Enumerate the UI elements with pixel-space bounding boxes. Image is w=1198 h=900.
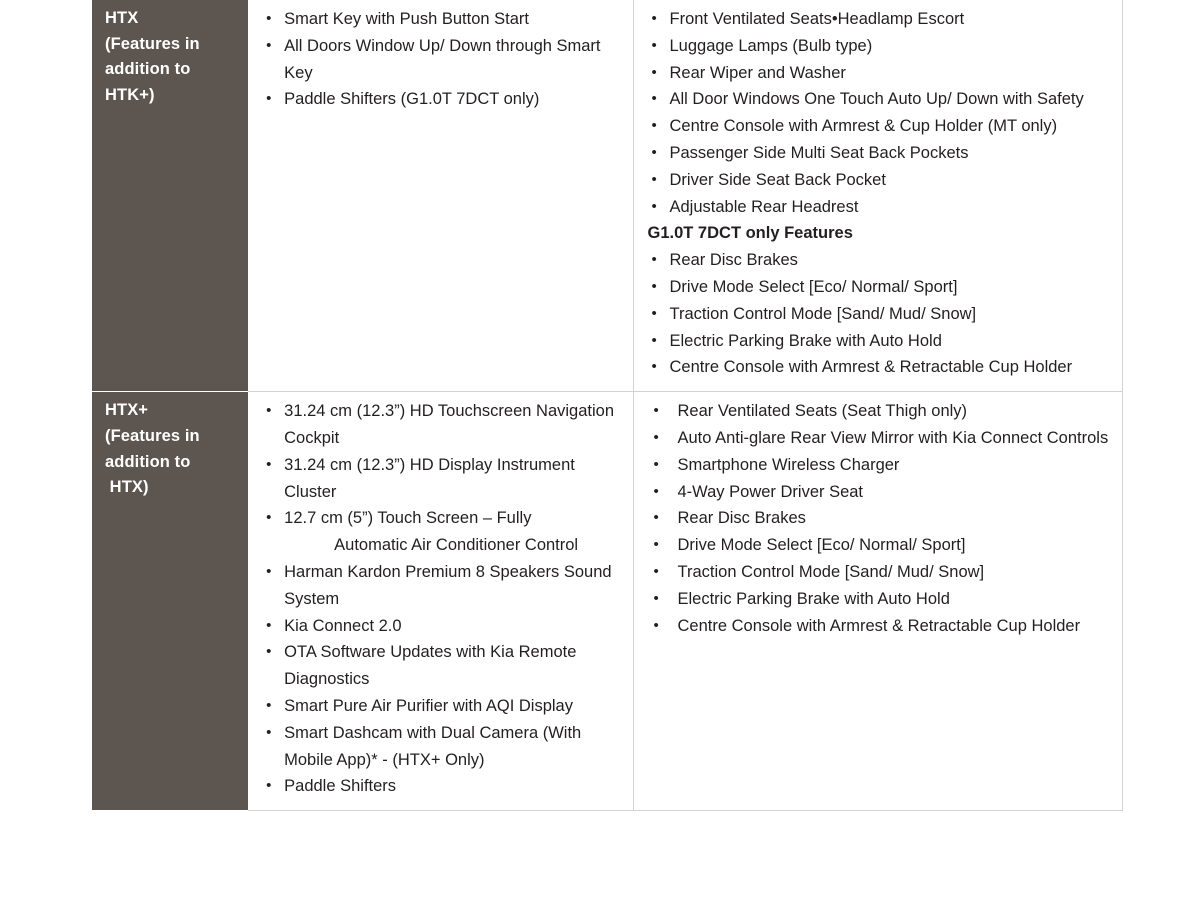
feature-list: Rear Ventilated Seats (Seat Thigh only) …: [640, 398, 1117, 639]
table-body: HTX (Features in addition to HTK+) Smart…: [91, 0, 1123, 812]
list-item: All Doors Window Up/ Down through Smart …: [254, 33, 626, 87]
features-cell-htx-middle: Smart Key with Push Button Start All Doo…: [247, 0, 634, 393]
variant-name-htxplus: HTX+ (Features in addition to HTX): [105, 398, 237, 501]
list-item: Kia Connect 2.0: [254, 613, 626, 640]
list-item: All Door Windows One Touch Auto Up/ Down…: [640, 86, 1117, 113]
list-item-inline-extra: Headlamp Escort: [837, 10, 965, 28]
variant-line: HTX): [105, 478, 149, 497]
list-item: Driver Side Seat Back Pocket: [640, 167, 1117, 194]
list-item-label: 12.7 cm (5”) Touch Screen – Fully: [284, 509, 532, 528]
list-subheading: G1.0T 7DCT only Features: [647, 224, 853, 243]
feature-list: 31.24 cm (12.3”) HD Touchscreen Navigati…: [254, 398, 626, 800]
variant-line: HTX+: [105, 401, 149, 420]
list-item: 12.7 cm (5”) Touch Screen – Fully Automat…: [254, 505, 626, 559]
feature-list: Smart Key with Push Button Start All Doo…: [254, 6, 626, 113]
variant-line: HTK+): [105, 86, 155, 105]
list-item: Paddle Shifters (G1.0T 7DCT only): [254, 86, 626, 113]
list-item: Passenger Side Multi Seat Back Pockets: [640, 140, 1117, 167]
feature-list: Front Ventilated Seats•Headlamp Escort L…: [640, 6, 1117, 381]
list-item: Smart Dashcam with Dual Camera (With Mob…: [254, 720, 626, 774]
list-item: Smartphone Wireless Charger: [640, 452, 1117, 479]
document-page: HTX (Features in addition to HTK+) Smart…: [0, 0, 1198, 900]
list-item: Electric Parking Brake with Auto Hold: [640, 328, 1117, 355]
variant-line: addition to: [105, 60, 191, 79]
list-item-label: Front Ventilated Seats: [669, 10, 832, 28]
list-item: Drive Mode Select [Eco/ Normal/ Sport]: [640, 274, 1117, 301]
list-item: Paddle Shifters: [254, 773, 626, 800]
list-item: Drive Mode Select [Eco/ Normal/ Sport]: [640, 532, 1117, 559]
list-item: Rear Ventilated Seats (Seat Thigh only): [640, 398, 1117, 425]
list-item: Centre Console with Armrest & Retractabl…: [640, 354, 1117, 381]
list-item: Electric Parking Brake with Auto Hold: [640, 586, 1117, 613]
features-cell-htx-right: Front Ventilated Seats•Headlamp Escort L…: [632, 0, 1123, 393]
list-item: 4-Way Power Driver Seat: [640, 479, 1117, 506]
list-item: 31.24 cm (12.3”) HD Touchscreen Navigati…: [254, 398, 626, 452]
table-row: HTX+ (Features in addition to HTX) 31.24…: [91, 391, 1123, 812]
list-item: Auto Anti-glare Rear View Mirror with Ki…: [640, 425, 1117, 452]
features-cell-htxplus-right: Rear Ventilated Seats (Seat Thigh only) …: [632, 391, 1123, 812]
list-item: Smart Pure Air Purifier with AQI Display: [254, 693, 626, 720]
variant-cell-htx: HTX (Features in addition to HTK+): [91, 0, 249, 393]
list-item-continuation: Automatic Air Conditioner Control: [334, 536, 579, 555]
list-item: Traction Control Mode [Sand/ Mud/ Snow]: [640, 559, 1117, 586]
features-cell-htxplus-middle: 31.24 cm (12.3”) HD Touchscreen Navigati…: [247, 391, 634, 812]
variant-features-table: HTX (Features in addition to HTK+) Smart…: [91, 0, 1123, 812]
table-row: HTX (Features in addition to HTK+) Smart…: [91, 0, 1123, 393]
list-item: Front Ventilated Seats•Headlamp Escort: [640, 6, 1117, 33]
variant-line: (Features in: [105, 426, 200, 445]
variant-line: HTX: [105, 9, 139, 27]
list-item: Traction Control Mode [Sand/ Mud/ Snow]: [640, 301, 1117, 328]
variant-name-htx: HTX (Features in addition to HTK+): [105, 6, 237, 109]
list-item: Smart Key with Push Button Start: [254, 6, 626, 33]
list-item: Harman Kardon Premium 8 Speakers Sound S…: [254, 559, 626, 613]
list-item: Adjustable Rear Headrest: [640, 194, 1117, 221]
list-item: Centre Console with Armrest & Cup Holder…: [640, 113, 1117, 140]
list-item: Rear Disc Brakes: [640, 505, 1117, 532]
list-item: 31.24 cm (12.3”) HD Display Instrument C…: [254, 452, 626, 506]
list-item: Centre Console with Armrest & Retractabl…: [640, 613, 1117, 640]
variant-cell-htxplus: HTX+ (Features in addition to HTX): [91, 391, 249, 812]
list-item: Luggage Lamps (Bulb type): [640, 33, 1117, 60]
variant-line: (Features in: [105, 34, 200, 53]
list-item: Rear Wiper and Washer: [640, 60, 1117, 87]
list-item: OTA Software Updates with Kia Remote Dia…: [254, 639, 626, 693]
variant-line: addition to: [105, 452, 191, 471]
list-item: Rear Disc Brakes: [640, 247, 1117, 274]
